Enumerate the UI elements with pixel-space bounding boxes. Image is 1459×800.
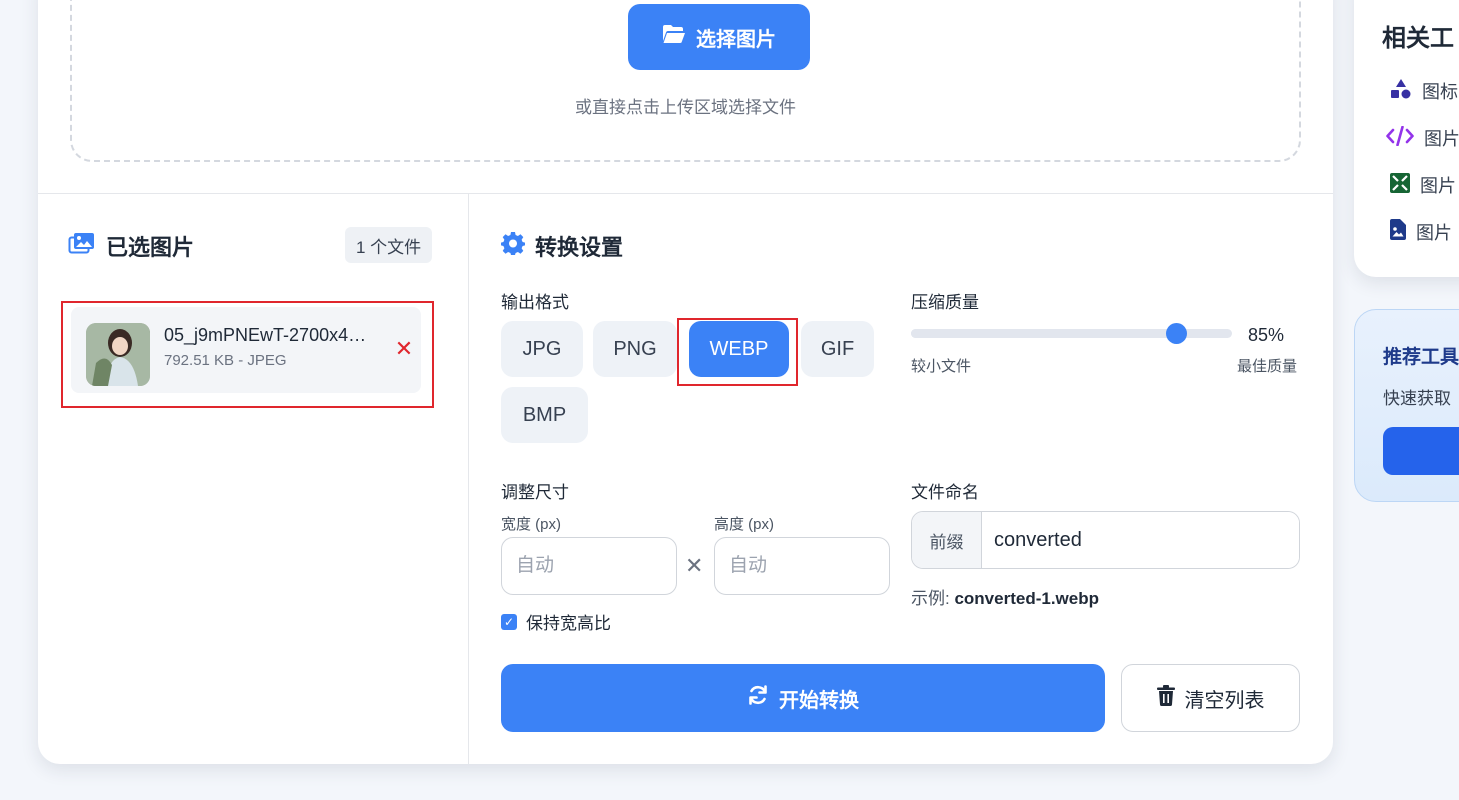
times-symbol: ✕	[685, 553, 704, 578]
related-link-label: 图片	[1424, 129, 1459, 149]
upload-hint: 或直接点击上传区域选择文件	[575, 98, 796, 117]
related-link-label: 图片	[1420, 176, 1456, 196]
clear-list-label: 清空列表	[1184, 689, 1265, 712]
gear-icon	[501, 231, 525, 261]
file-thumbnail	[86, 323, 150, 386]
output-format-label: 输出格式	[501, 293, 569, 312]
height-input[interactable]	[714, 537, 890, 595]
example-value: converted-1.webp	[954, 589, 1099, 608]
related-link-label: 图标	[1422, 82, 1458, 102]
refresh-icon	[747, 684, 769, 712]
file-count-badge: 1 个文件	[345, 227, 433, 263]
remove-file-button[interactable]: ✕	[392, 336, 416, 361]
selected-images-title: 已选图片	[106, 235, 195, 260]
file-meta: 792.51 KB - JPEG	[164, 352, 287, 369]
converter-card: 选择图片 或直接点击上传区域选择文件 已选图片 1 个文件 05_j9mPNEw…	[38, 0, 1333, 764]
shapes-icon	[1390, 78, 1412, 104]
related-link-code[interactable]: 图片	[1386, 125, 1459, 151]
start-convert-button[interactable]: 开始转换	[501, 664, 1105, 732]
format-jpg-button[interactable]: JPG	[501, 321, 583, 377]
start-convert-label: 开始转换	[779, 689, 859, 712]
recommend-desc: 快速获取	[1383, 389, 1451, 408]
naming-example: 示例: converted-1.webp	[911, 584, 1099, 609]
select-image-button[interactable]: 选择图片	[628, 4, 810, 70]
resize-label: 调整尺寸	[501, 483, 569, 502]
format-png-button[interactable]: PNG	[593, 321, 677, 377]
related-link-label: 图片	[1416, 223, 1452, 243]
related-tools-title: 相关工	[1382, 25, 1454, 52]
naming-label: 文件命名	[911, 483, 979, 502]
checkmark-icon: ✓	[503, 614, 515, 629]
related-link-icons[interactable]: 图标	[1390, 78, 1458, 104]
related-link-resize[interactable]: 图片	[1390, 172, 1456, 198]
format-gif-button[interactable]: GIF	[801, 321, 874, 377]
file-list-item: 05_j9mPNEwT-2700x4… 792.51 KB - JPEG ✕	[71, 307, 421, 393]
quality-slider-thumb[interactable]	[1166, 323, 1187, 344]
recommend-card: 推荐工具 快速获取	[1354, 309, 1459, 502]
width-label: 宽度 (px)	[501, 516, 562, 533]
section-divider	[38, 193, 1333, 194]
upload-dropzone[interactable]: 选择图片 或直接点击上传区域选择文件	[70, 0, 1301, 162]
close-icon: ✕	[394, 336, 414, 361]
recommend-button[interactable]	[1383, 427, 1459, 475]
format-bmp-button[interactable]: BMP	[501, 387, 588, 443]
height-label: 高度 (px)	[714, 516, 775, 533]
selected-images-heading: 已选图片	[68, 230, 194, 262]
quality-slider-fill	[911, 329, 1177, 338]
trash-icon	[1156, 684, 1175, 712]
quality-max-label: 最佳质量	[1237, 358, 1298, 375]
quality-value: 85%	[1248, 325, 1285, 345]
column-divider	[468, 194, 469, 764]
prefix-input[interactable]	[982, 512, 1299, 568]
settings-title: 转换设置	[535, 235, 624, 260]
expand-icon	[1390, 172, 1410, 198]
related-tools-card: 相关工 图标 图片 图片 图片	[1354, 0, 1459, 277]
prefix-input-group: 前缀	[911, 511, 1300, 569]
keep-ratio-checkbox[interactable]: ✓	[501, 613, 517, 630]
clear-list-button[interactable]: 清空列表	[1121, 664, 1300, 732]
quality-min-label: 较小文件	[911, 358, 972, 375]
code-icon	[1386, 125, 1414, 151]
quality-label: 压缩质量	[911, 293, 979, 312]
keep-ratio-label: 保持宽高比	[526, 614, 611, 633]
folder-open-icon	[662, 24, 686, 50]
related-link-file[interactable]: 图片	[1390, 219, 1452, 245]
select-image-label: 选择图片	[696, 28, 776, 51]
prefix-label: 前缀	[912, 512, 982, 568]
file-name: 05_j9mPNEwT-2700x4…	[164, 325, 367, 345]
images-icon	[68, 231, 96, 261]
settings-heading: 转换设置	[501, 230, 623, 262]
format-webp-button[interactable]: WEBP	[689, 321, 789, 377]
keep-ratio-row: ✓ 保持宽高比	[501, 609, 611, 634]
quality-slider[interactable]	[911, 323, 1232, 344]
file-image-icon	[1390, 219, 1406, 245]
width-input[interactable]	[501, 537, 677, 595]
recommend-title: 推荐工具	[1383, 347, 1459, 368]
example-prefix: 示例:	[911, 589, 955, 608]
